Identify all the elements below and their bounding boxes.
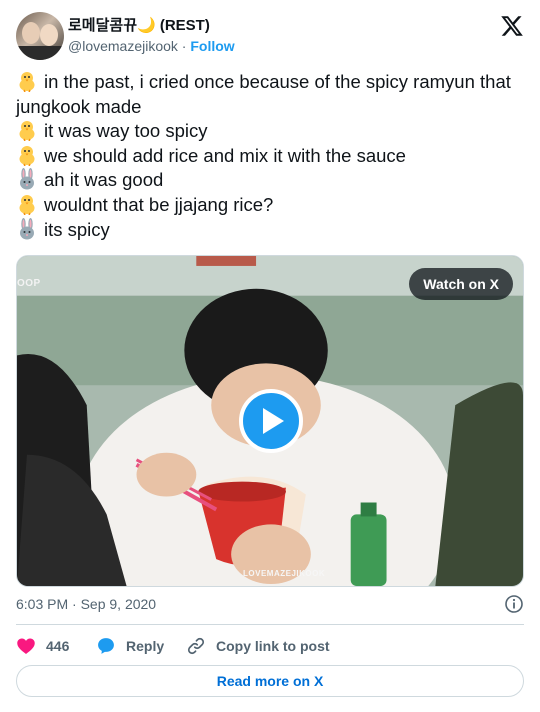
- handle[interactable]: @lovemazejikook: [68, 38, 178, 54]
- tweet-line: ah it was good: [16, 168, 526, 193]
- tweet-header: 로메달콤뀨🌙 (REST) @lovemazejikook · Follow: [16, 12, 524, 60]
- play-button[interactable]: [239, 389, 303, 453]
- tweet-line-text: in the past, i cried once because of the…: [16, 71, 511, 117]
- rabbit-emoji-icon: [20, 217, 34, 240]
- chick-emoji-icon: [19, 194, 35, 215]
- tweet-line: wouldnt that be jjajang rice?: [16, 193, 526, 218]
- info-icon[interactable]: [504, 594, 524, 614]
- watch-on-x-button[interactable]: Watch on X: [409, 268, 513, 300]
- tweet-line: we should add rice and mix it with the s…: [16, 144, 526, 169]
- watermark-top: OOP: [17, 278, 41, 289]
- timestamp-link[interactable]: 6:03 PM · Sep 9, 2020: [16, 596, 156, 612]
- reply-button[interactable]: Reply: [96, 634, 164, 658]
- tweet-line: its spicy: [16, 217, 526, 243]
- play-icon: [263, 408, 284, 434]
- tweet-line-text: wouldnt that be jjajang rice?: [44, 193, 274, 215]
- avatar[interactable]: [16, 12, 64, 60]
- display-name[interactable]: 로메달콤뀨🌙 (REST): [68, 16, 235, 36]
- follow-link[interactable]: Follow: [190, 38, 234, 54]
- read-more-button[interactable]: Read more on X: [16, 665, 524, 697]
- reply-label: Reply: [126, 638, 165, 654]
- reply-icon: [98, 638, 114, 654]
- like-button[interactable]: 446: [16, 634, 69, 658]
- chick-emoji-icon: [19, 72, 35, 92]
- copy-link-label: Copy link to post: [216, 638, 330, 654]
- tweet-line-text: its spicy: [44, 218, 110, 240]
- tweet-line: it was way too spicy: [16, 119, 526, 144]
- action-bar: 446 Reply Copy link to post: [16, 634, 524, 658]
- tweet-text: in the past, i cried once because of the…: [16, 70, 526, 242]
- chick-emoji-icon: [19, 145, 35, 166]
- heart-icon: [17, 638, 35, 654]
- tweet-line-text: we should add rice and mix it with the s…: [44, 144, 406, 166]
- tweet-line-text: it was way too spicy: [44, 120, 208, 142]
- author-info: 로메달콤뀨🌙 (REST) @lovemazejikook · Follow: [68, 16, 235, 56]
- x-logo-icon[interactable]: [500, 14, 524, 38]
- like-count: 446: [46, 638, 70, 654]
- tweet-line-text: ah it was good: [44, 169, 164, 191]
- rabbit-emoji-icon: [20, 168, 34, 190]
- separator: ·: [177, 38, 191, 54]
- timestamp-row: 6:03 PM · Sep 9, 2020: [16, 594, 524, 614]
- video-media[interactable]: OOP LOVEMAZEJIKOOK Watch on X: [16, 255, 524, 587]
- link-icon: [187, 637, 205, 655]
- tweet-line: in the past, i cried once because of the…: [16, 70, 526, 119]
- divider: [16, 624, 524, 625]
- watermark-bottom: LOVEMAZEJIKOOK: [243, 569, 326, 578]
- copy-link-button[interactable]: Copy link to post: [186, 634, 330, 658]
- chick-emoji-icon: [19, 121, 35, 142]
- handle-row: @lovemazejikook · Follow: [68, 36, 235, 56]
